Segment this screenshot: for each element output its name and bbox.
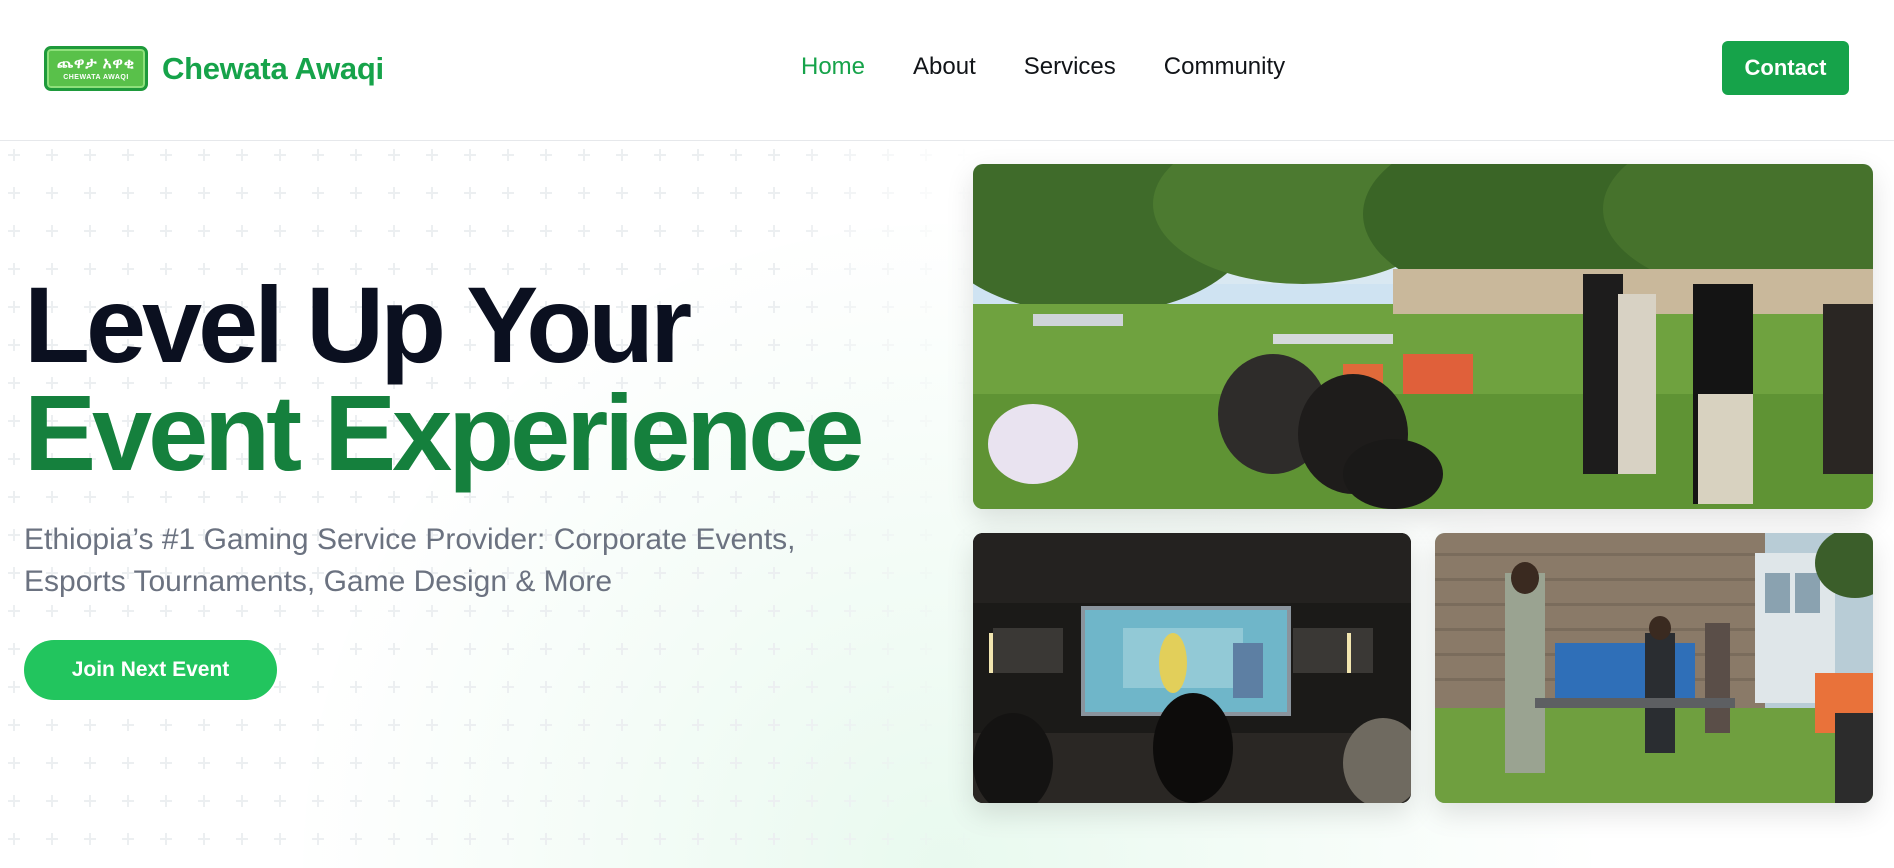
council-courtyard-photo [1435, 533, 1873, 803]
logo-latin-text: CHEWATA AWAQI [63, 74, 129, 81]
brand-name: Chewata Awaqi [162, 50, 384, 86]
nav-community-link[interactable]: Community [1164, 52, 1285, 82]
headline-line-2: Event Experience [24, 372, 864, 493]
main-nav: Home About Services Community [801, 52, 1333, 82]
site-header: ጨዋታ አዋቂ CHEWATA AWAQI Chewata Awaqi Home… [0, 0, 1894, 141]
hero-headline: Level Up Your Event Experience [24, 264, 864, 493]
logo-badge: ጨዋታ አዋቂ CHEWATA AWAQI [44, 46, 148, 91]
nav-about-link[interactable]: About [913, 52, 976, 82]
headline-line-1: Level Up Your [24, 264, 692, 385]
join-next-event-button[interactable]: Join Next Event [24, 640, 277, 700]
nav-home-link[interactable]: Home [801, 52, 865, 82]
screening-event-photo [973, 533, 1411, 803]
hero-subtitle: Ethiopia’s #1 Gaming Service Provider: C… [24, 523, 796, 598]
brand-logo-link[interactable]: ጨዋታ አዋቂ CHEWATA AWAQI Chewata Awaqi [44, 46, 384, 91]
plus-pattern-background [0, 141, 980, 868]
logo-amharic-text: ጨዋታ አዋቂ [56, 55, 136, 72]
nav-services-link[interactable]: Services [1024, 52, 1116, 82]
contact-button[interactable]: Contact [1722, 41, 1849, 95]
outdoor-event-photo [973, 164, 1873, 509]
hero-section: Level Up Your Event Experience Ethiopia’… [0, 141, 1894, 868]
